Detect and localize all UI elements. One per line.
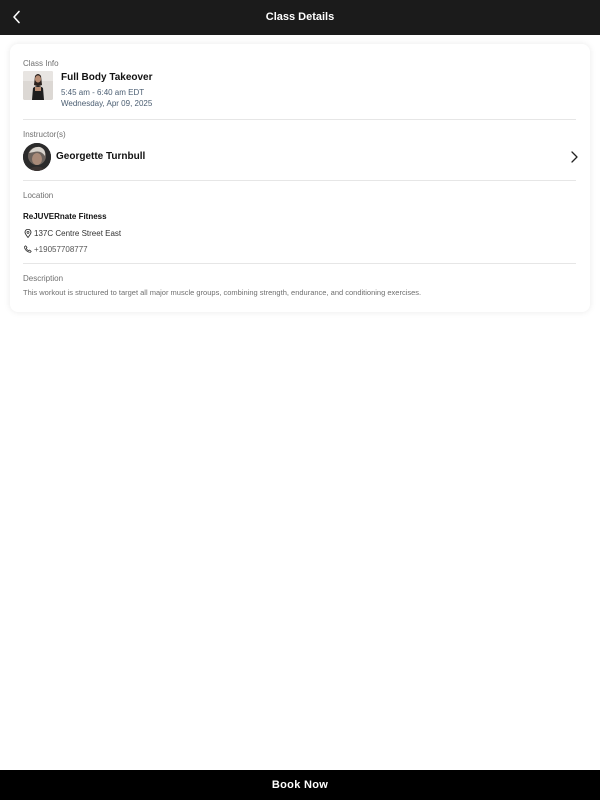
class-date: Wednesday, Apr 09, 2025	[61, 99, 153, 108]
class-thumbnail	[23, 71, 53, 100]
chevron-right-icon	[571, 151, 578, 163]
location-name: ReJUVERnate Fitness	[23, 212, 107, 221]
class-info-label: Class Info	[23, 59, 59, 68]
location-label: Location	[23, 191, 54, 200]
class-details-card: Class Info Full Body Takeover 5:45 am - …	[10, 44, 590, 312]
phone-icon	[23, 244, 32, 254]
divider	[23, 180, 576, 181]
back-button[interactable]	[4, 4, 30, 30]
top-app-bar: Class Details	[0, 0, 600, 35]
page-title: Class Details	[265, 11, 335, 23]
location-address[interactable]: 137C Centre Street East	[23, 227, 121, 239]
book-now-button[interactable]: Book Now	[0, 770, 600, 800]
phone-text: +19057708777	[34, 244, 88, 254]
description-label: Description	[23, 274, 64, 283]
map-pin-icon	[23, 228, 32, 238]
description-text: This workout is structured to target all…	[23, 288, 422, 297]
address-text: 137C Centre Street East	[34, 228, 122, 238]
avatar	[23, 143, 51, 171]
divider	[23, 263, 576, 264]
location-phone[interactable]: +19057708777	[23, 243, 88, 255]
chevron-left-icon	[13, 10, 20, 24]
class-title: Full Body Takeover	[61, 72, 153, 83]
divider	[23, 119, 576, 120]
instructor-name: Georgette Turnbull	[56, 151, 146, 162]
instructor-row[interactable]: Georgette Turnbull	[22, 142, 580, 172]
instructors-label: Instructor(s)	[23, 130, 66, 139]
class-time: 5:45 am - 6:40 am EDT	[61, 88, 145, 97]
